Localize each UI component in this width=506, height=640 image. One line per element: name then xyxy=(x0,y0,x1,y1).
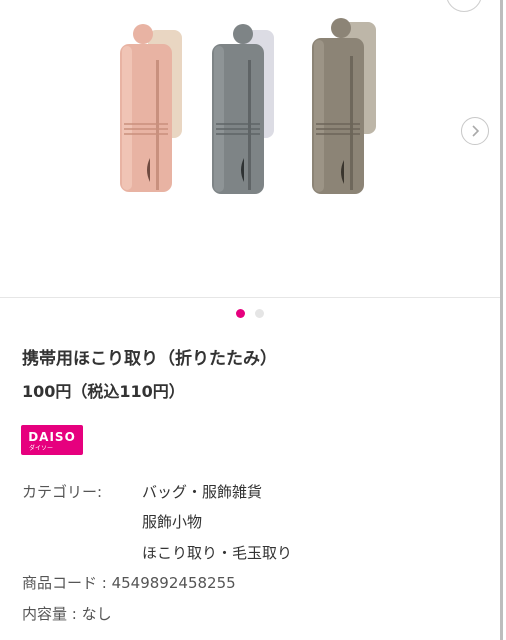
brand-logo-text: DAISO xyxy=(28,430,76,444)
product-pink-variant xyxy=(120,24,182,192)
product-taupe-variant xyxy=(312,18,376,194)
product-price: 100円（税込110円） xyxy=(22,382,185,401)
category-item[interactable]: ほこり取り・毛玉取り xyxy=(142,542,292,563)
carousel-divider xyxy=(0,297,500,298)
category-label: カテゴリー: xyxy=(22,483,103,501)
pagination-dot[interactable] xyxy=(255,309,264,318)
pagination-dot-active[interactable] xyxy=(236,309,245,318)
product-title: 携帯用ほこり取り（折りたたみ） xyxy=(22,349,277,369)
category-item[interactable]: 服飾小物 xyxy=(142,511,202,532)
daiso-logo: DAISO ダイソー xyxy=(21,425,83,455)
product-image xyxy=(120,18,376,194)
scrollbar[interactable] xyxy=(500,0,503,640)
carousel-next-button[interactable] xyxy=(461,117,489,145)
brand-logo-subtext: ダイソー xyxy=(29,445,54,452)
chevron-right-icon xyxy=(472,125,480,137)
product-gray-variant xyxy=(212,24,274,194)
carousel-pagination xyxy=(236,309,264,318)
product-contents: 内容量 : なし xyxy=(22,605,112,623)
product-image-carousel[interactable] xyxy=(0,0,500,298)
category-item[interactable]: バッグ・服飾雑貨 xyxy=(142,481,262,502)
product-code: 商品コード : 4549892458255 xyxy=(22,574,236,592)
